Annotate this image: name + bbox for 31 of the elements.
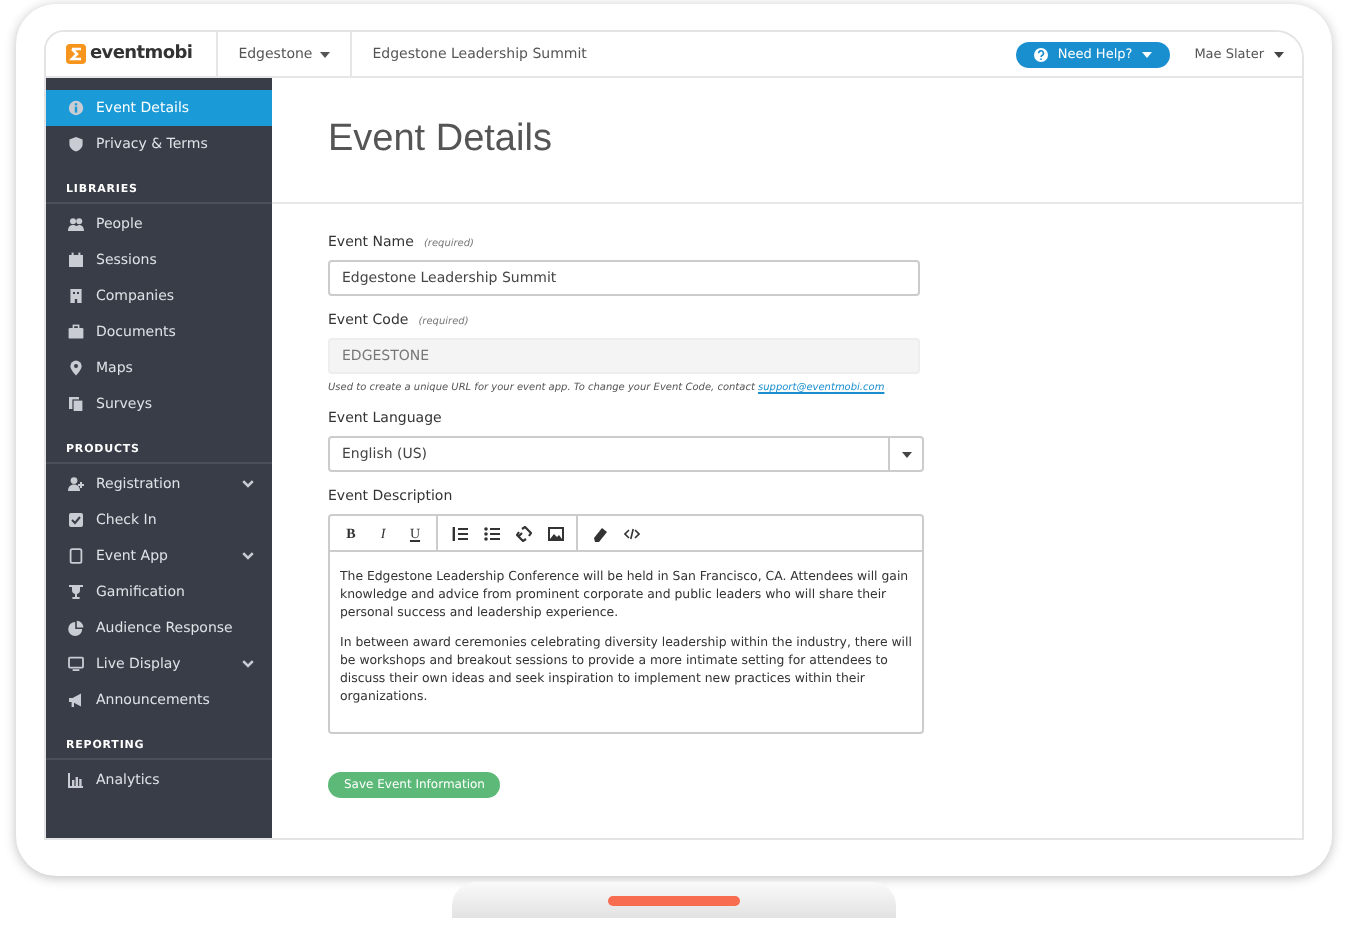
bullet-list-icon	[483, 525, 499, 541]
briefcase-icon	[68, 324, 84, 340]
logo-text: eventmobi	[90, 44, 193, 64]
tablet-icon	[68, 548, 84, 564]
megaphone-icon	[68, 692, 84, 708]
page-title: Event Details	[328, 118, 552, 162]
caret-icon	[320, 51, 331, 57]
trophy-icon	[68, 584, 84, 600]
image-icon	[547, 525, 563, 541]
link-icon	[515, 525, 531, 541]
caret-icon	[1142, 51, 1153, 57]
info-icon	[68, 100, 84, 116]
monitor-icon	[68, 656, 84, 672]
pie-chart-icon	[68, 620, 84, 636]
question-icon	[1033, 47, 1048, 61]
caret-icon	[901, 451, 911, 457]
indicator-bar	[608, 895, 740, 905]
calendar-icon	[68, 252, 84, 268]
caret-icon	[1274, 51, 1284, 57]
building-icon	[68, 288, 84, 304]
person-add-icon	[68, 476, 84, 492]
people-icon	[68, 216, 84, 232]
pin-icon	[68, 360, 84, 376]
eraser-icon	[591, 525, 607, 541]
code-icon	[623, 525, 639, 541]
logo-icon	[66, 44, 86, 64]
documents-icon	[68, 396, 84, 412]
bar-chart-icon	[68, 772, 84, 788]
checkbox-icon	[68, 512, 84, 528]
shield-icon	[68, 136, 84, 152]
numbered-list-icon	[451, 525, 467, 541]
